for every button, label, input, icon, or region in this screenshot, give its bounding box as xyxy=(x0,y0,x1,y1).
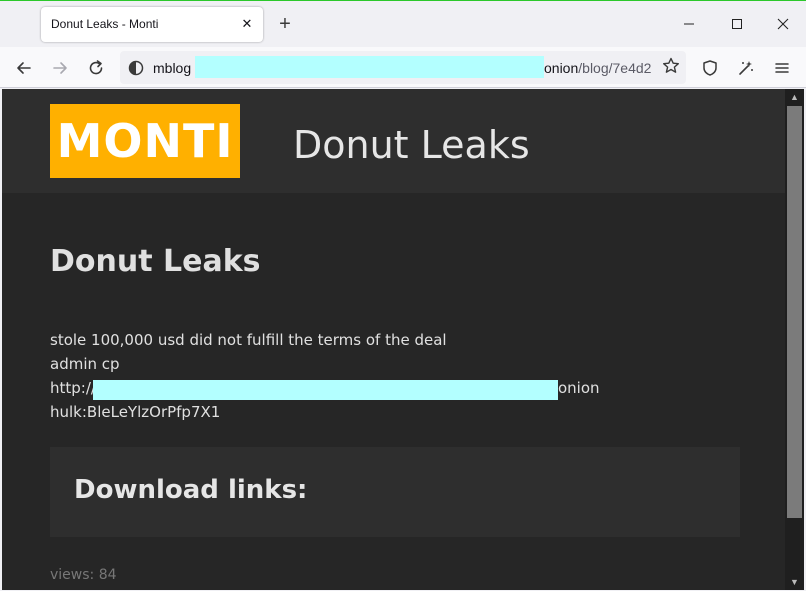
view-count: views: 84 xyxy=(50,567,117,583)
site-header: MONTI Donut Leaks xyxy=(2,89,785,193)
close-window-button[interactable] xyxy=(768,12,798,36)
url-bar[interactable]: mblog onion/blog/7e4d2 xyxy=(120,51,686,84)
site-logo[interactable]: MONTI xyxy=(50,104,240,178)
site-title: Donut Leaks xyxy=(293,123,530,167)
bookmark-button[interactable] xyxy=(661,56,681,76)
tracking-protection-button[interactable] xyxy=(698,56,722,80)
maximize-button[interactable] xyxy=(722,12,752,36)
browser-window: Donut Leaks - Monti ✕ + mblog onion/blog… xyxy=(0,0,806,591)
url-tld: onion xyxy=(544,60,579,76)
forward-icon xyxy=(53,62,67,74)
close-icon xyxy=(777,18,789,30)
scroll-up-arrow-icon[interactable]: ▲ xyxy=(785,89,804,105)
url-rest: onion/blog/7e4d2 xyxy=(544,60,651,76)
tab-title: Donut Leaks - Monti xyxy=(51,17,159,31)
scroll-down-arrow-icon[interactable]: ▼ xyxy=(785,574,804,590)
tab-strip: Donut Leaks - Monti ✕ + xyxy=(0,2,806,46)
reload-button[interactable] xyxy=(84,56,108,80)
vertical-scrollbar[interactable]: ▲ ▼ xyxy=(785,89,804,590)
maximize-icon xyxy=(732,19,742,29)
extensions-icon xyxy=(739,61,753,75)
extensions-button[interactable] xyxy=(734,56,758,80)
url-redaction xyxy=(195,56,544,78)
app-menu-button[interactable] xyxy=(770,56,794,80)
minimize-button[interactable] xyxy=(674,12,704,36)
post-line-url-prefix: http:// xyxy=(50,379,96,397)
post-line-description: stole 100,000 usd did not fulfill the te… xyxy=(50,331,447,349)
site-info-icon[interactable] xyxy=(128,60,144,76)
logo-text: MONTI xyxy=(56,114,234,168)
download-heading: Download links: xyxy=(74,475,308,505)
post-title: Donut Leaks xyxy=(50,244,261,279)
post-line-url-suffix: onion xyxy=(558,379,600,397)
post-line-credentials: hulk:BleLeYlzOrPfp7X1 xyxy=(50,403,221,421)
shield-icon xyxy=(703,60,717,76)
url-host: mblog xyxy=(153,60,192,76)
reload-icon xyxy=(89,60,103,75)
back-button[interactable] xyxy=(12,56,36,80)
back-icon xyxy=(17,62,31,74)
tab-donut-leaks[interactable]: Donut Leaks - Monti ✕ xyxy=(41,7,263,42)
new-tab-button[interactable]: + xyxy=(275,14,295,34)
url-redaction xyxy=(93,380,558,400)
page-viewport: MONTI Donut Leaks Donut Leaks stole 100,… xyxy=(2,89,785,590)
url-path: /blog/7e4d2 xyxy=(578,60,652,76)
scroll-thumb[interactable] xyxy=(787,106,802,518)
download-links-box: Download links: xyxy=(50,447,740,537)
menu-icon xyxy=(775,63,789,73)
minimize-icon xyxy=(684,23,694,25)
star-icon xyxy=(663,57,679,73)
post-line-admin: admin cp xyxy=(50,355,120,373)
tab-close-icon[interactable]: ✕ xyxy=(239,16,255,32)
forward-button[interactable] xyxy=(48,56,72,80)
navigation-toolbar: mblog onion/blog/7e4d2 xyxy=(0,47,806,88)
